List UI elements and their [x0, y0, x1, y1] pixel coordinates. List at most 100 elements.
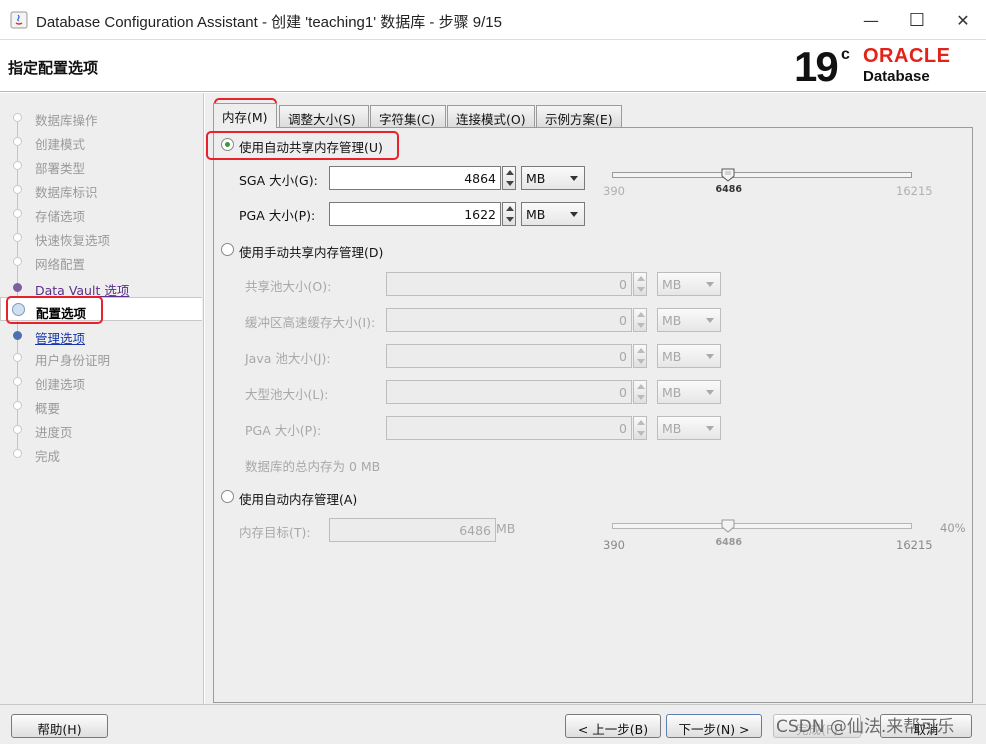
amm-memory-slider[interactable] — [612, 523, 912, 529]
sidebar-item-label: 网络配置 — [35, 257, 86, 272]
total-memory-text: 数据库的总内存为 0 MB — [245, 459, 381, 474]
asmm-radio[interactable] — [221, 138, 234, 151]
step-dot-icon — [13, 113, 22, 122]
amm-slider-thumb[interactable] — [721, 519, 735, 533]
buffer-cache-unit-select[interactable]: MB — [657, 308, 721, 332]
tab-label: 调整大小(S) — [288, 112, 356, 127]
amm-slider-min: 390 — [603, 538, 625, 552]
asmm-label[interactable]: 使用自动共享内存管理(U) — [239, 137, 383, 156]
tab-memory[interactable]: 内存(M) — [213, 103, 277, 128]
back-button[interactable]: < 上一步(B) — [565, 714, 661, 738]
memory-target-input[interactable]: 6486 — [329, 518, 496, 542]
step-dot-icon — [13, 185, 22, 194]
sidebar-item-label: 用户身份证明 — [35, 353, 111, 368]
amm-radio[interactable] — [221, 490, 234, 503]
sidebar-item-data-vault[interactable]: Data Vault 选项 — [0, 275, 202, 299]
large-pool-unit-select[interactable]: MB — [657, 380, 721, 404]
minimize-button[interactable]: — — [848, 0, 894, 40]
buffer-cache-input[interactable]: 0 — [386, 308, 632, 332]
tab-sizing[interactable]: 调整大小(S) — [279, 105, 369, 127]
chevron-down-icon — [706, 426, 714, 431]
close-button[interactable]: ✕ — [940, 0, 986, 40]
pga-size-input[interactable]: 1622 — [329, 202, 501, 226]
sidebar-item-progress: 进度页 — [0, 417, 202, 441]
sidebar-item-label: 部署类型 — [35, 161, 86, 176]
tab-character-sets[interactable]: 字符集(C) — [370, 105, 446, 127]
step-dot-icon — [13, 331, 22, 340]
asmm-slider-thumb[interactable] — [721, 168, 735, 182]
sidebar-item-label: 进度页 — [35, 425, 73, 440]
memory-target-label: 内存目标(T): — [239, 525, 311, 540]
java-app-icon — [10, 11, 28, 29]
sidebar-item-management-options[interactable]: 管理选项 — [0, 323, 202, 347]
window-title: Database Configuration Assistant - 创建 't… — [36, 14, 502, 31]
sidebar-item-label: 快速恢复选项 — [35, 233, 111, 248]
manual-pga-input[interactable]: 0 — [386, 416, 632, 440]
tab-sample-schemas[interactable]: 示例方案(E) — [536, 105, 622, 127]
sga-size-input[interactable]: 4864 — [329, 166, 501, 190]
logo-suffix: c — [841, 46, 850, 63]
tab-label: 连接模式(O) — [456, 112, 526, 127]
next-button[interactable]: 下一步(N) > — [666, 714, 762, 738]
large-pool-label: 大型池大小(L): — [245, 387, 329, 402]
amm-slider-max: 16215 — [896, 538, 933, 552]
step-dot-icon — [13, 449, 22, 458]
pga-size-spinner[interactable] — [502, 202, 516, 226]
sidebar-item-configuration-options[interactable]: 配置选项 — [0, 297, 202, 321]
help-button[interactable]: 帮助(H) — [11, 714, 108, 738]
pga-unit-value: MB — [526, 207, 546, 222]
amm-slider-percent: 40% — [940, 521, 966, 535]
sga-unit-select[interactable]: MB — [521, 166, 585, 190]
chevron-down-icon — [570, 212, 578, 217]
tab-connection-mode[interactable]: 连接模式(O) — [447, 105, 535, 127]
manual-pga-unit-select[interactable]: MB — [657, 416, 721, 440]
buffer-cache-spinner[interactable] — [633, 308, 647, 332]
sga-unit-value: MB — [526, 171, 546, 186]
chevron-down-icon — [706, 390, 714, 395]
chevron-down-icon — [570, 176, 578, 181]
sidebar-item-user-credentials: 用户身份证明 — [0, 345, 202, 369]
chevron-down-icon — [706, 318, 714, 323]
amm-label[interactable]: 使用自动内存管理(A) — [239, 489, 357, 508]
sidebar-item-label: 概要 — [35, 401, 61, 416]
unit-value: MB — [662, 385, 682, 400]
manual-smm-radio[interactable] — [221, 243, 234, 256]
unit-value: MB — [662, 421, 682, 436]
java-pool-unit-select[interactable]: MB — [657, 344, 721, 368]
sidebar-item-finish: 完成 — [0, 441, 202, 465]
sidebar-item-creation-mode: 创建模式 — [0, 129, 202, 153]
sidebar-item-label: 完成 — [35, 449, 61, 464]
asmm-slider-min: 390 — [603, 184, 625, 198]
tab-label: 字符集(C) — [379, 112, 435, 127]
asmm-slider-max: 16215 — [896, 184, 933, 198]
sidebar-item-label: 数据库标识 — [35, 185, 98, 200]
java-pool-label: Java 池大小(J): — [245, 351, 331, 366]
step-dot-icon — [13, 257, 22, 266]
large-pool-spinner[interactable] — [633, 380, 647, 404]
shared-pool-label: 共享池大小(O): — [245, 279, 332, 294]
large-pool-input[interactable]: 0 — [386, 380, 632, 404]
pga-unit-select[interactable]: MB — [521, 202, 585, 226]
minimize-icon: — — [863, 10, 879, 30]
sidebar-item-summary: 概要 — [0, 393, 202, 417]
sidebar-item-label: 存储选项 — [35, 209, 86, 224]
shared-pool-input[interactable]: 0 — [386, 272, 632, 296]
manual-pga-spinner[interactable] — [633, 416, 647, 440]
shared-pool-unit-select[interactable]: MB — [657, 272, 721, 296]
shared-pool-spinner[interactable] — [633, 272, 647, 296]
sidebar-item-database-operation: 数据库操作 — [0, 105, 202, 129]
asmm-memory-slider[interactable] — [612, 172, 912, 178]
tab-label: 内存(M) — [222, 110, 268, 125]
asmm-slider-value: 6486 — [715, 184, 742, 195]
sga-size-spinner[interactable] — [502, 166, 516, 190]
pga-size-label: PGA 大小(P): — [239, 208, 316, 223]
maximize-icon: ☐ — [908, 9, 926, 31]
step-dot-icon — [13, 283, 22, 292]
sidebar-item-storage-option: 存储选项 — [0, 201, 202, 225]
maximize-button[interactable]: ☐ — [894, 0, 940, 40]
step-dot-icon — [13, 353, 22, 362]
manual-smm-label[interactable]: 使用手动共享内存管理(D) — [239, 242, 383, 261]
java-pool-spinner[interactable] — [633, 344, 647, 368]
java-pool-input[interactable]: 0 — [386, 344, 632, 368]
sidebar-item-label: 创建选项 — [35, 377, 86, 392]
